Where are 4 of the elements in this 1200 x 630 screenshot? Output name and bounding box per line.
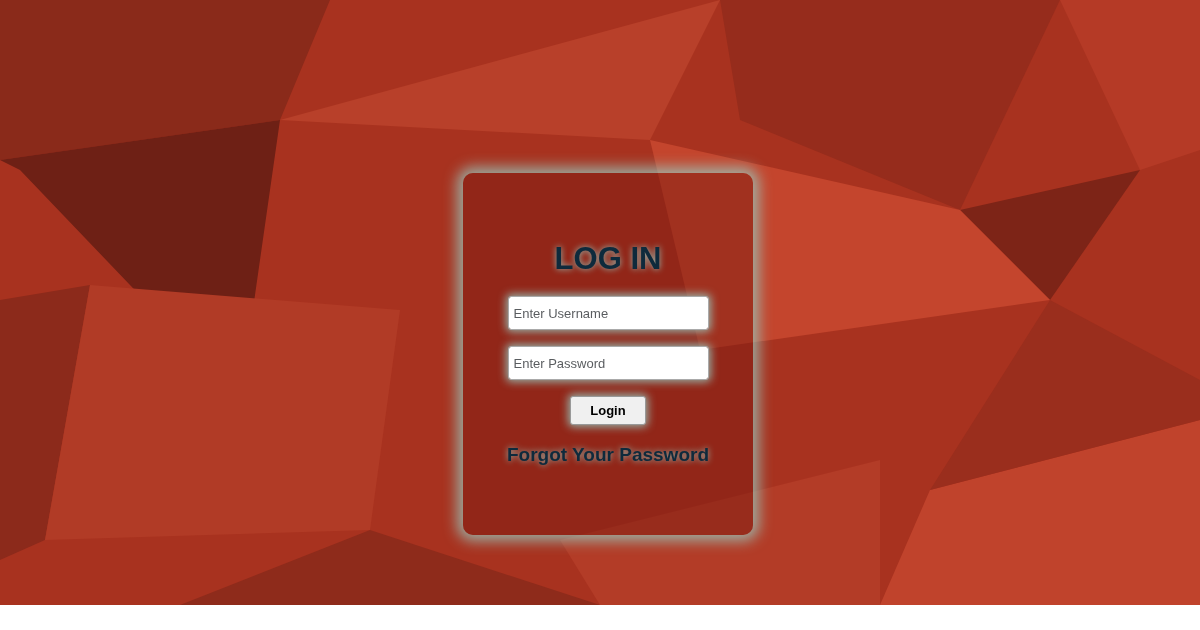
password-field[interactable]: Enter Password [507,346,709,380]
login-title: LOG IN [554,243,662,274]
username-field[interactable]: Enter Username [507,296,709,330]
login-button[interactable]: Login [570,396,646,425]
